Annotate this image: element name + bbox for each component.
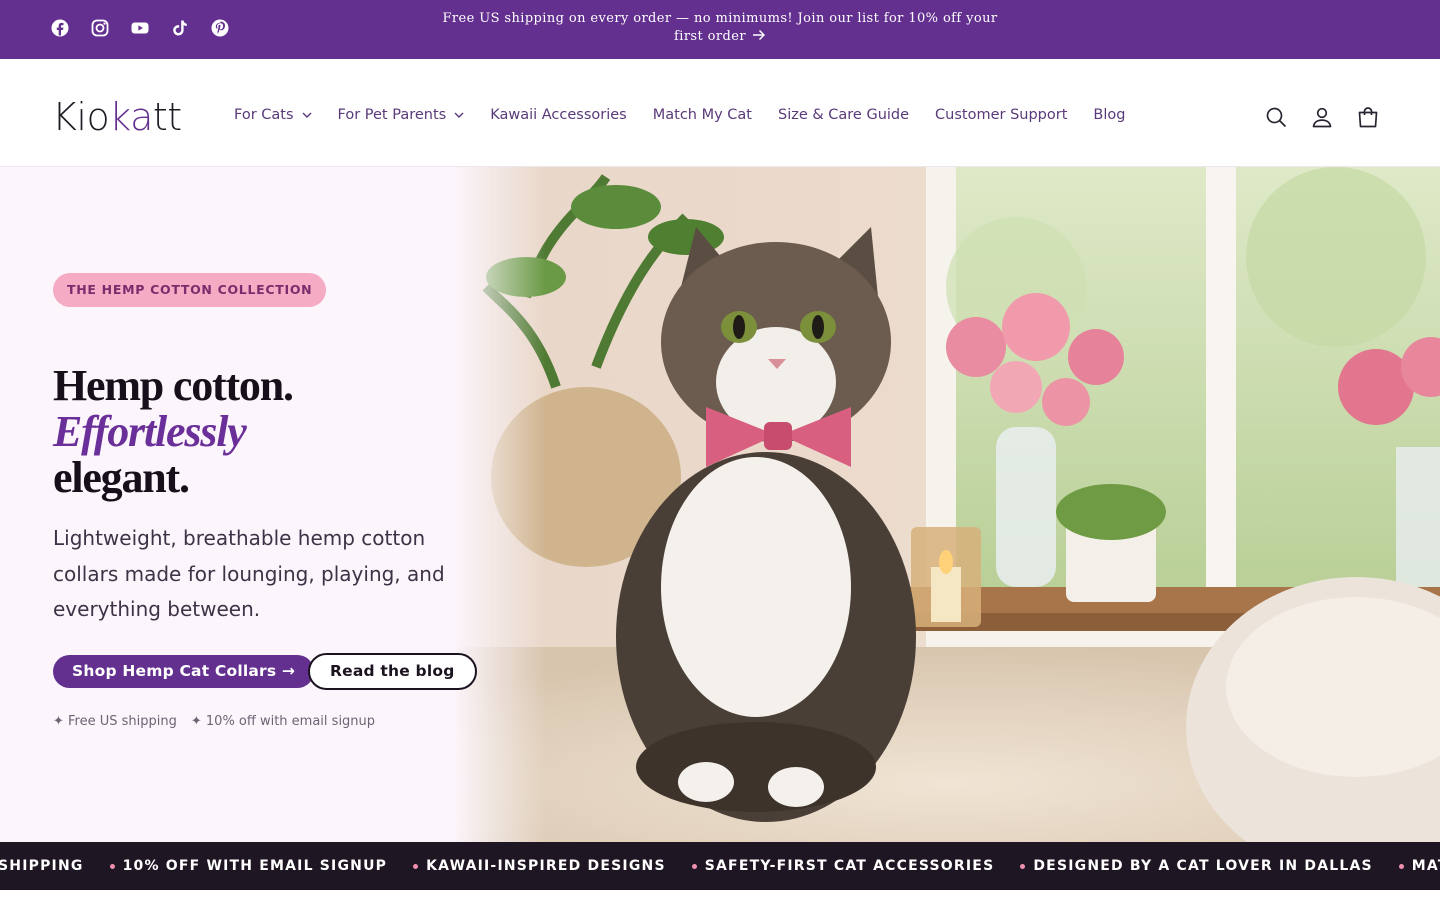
nav-label: Blog <box>1093 107 1126 123</box>
nav-label: For Cats <box>234 107 294 123</box>
header-icons <box>1264 105 1380 129</box>
bullet-dot <box>1398 863 1404 869</box>
marquee-item: MATCHING SETS FOR <box>1411 858 1440 874</box>
bullet-dot <box>109 863 115 869</box>
logo-text: Kiokatt <box>52 95 182 139</box>
hero-image-fade <box>456 167 546 842</box>
marquee-item: SHIPPING <box>0 858 84 874</box>
cart-icon[interactable] <box>1356 105 1380 129</box>
bullet-dot <box>413 863 419 869</box>
search-icon[interactable] <box>1264 105 1288 129</box>
hero-headline: Hemp cotton. Effortlessly elegant. <box>53 361 294 502</box>
facebook-icon[interactable] <box>50 18 70 38</box>
bullet-dot <box>1020 863 1026 869</box>
nav-item-match-my-cat[interactable]: Match My Cat <box>653 107 752 123</box>
marquee-item: DESIGNED BY A CAT LOVER IN DALLAS <box>1033 858 1373 874</box>
account-icon[interactable] <box>1310 105 1334 129</box>
main-nav: For Cats For Pet Parents Kawaii Accessor… <box>234 107 1125 123</box>
bullet-dot <box>691 863 697 869</box>
nav-item-for-pet-parents[interactable]: For Pet Parents <box>338 107 465 123</box>
pinterest-icon[interactable] <box>210 18 230 38</box>
marquee-item: KAWAII-INSPIRED DESIGNS <box>426 858 666 874</box>
perks-list: ✦ Free US shipping ✦ 10% off with email … <box>53 714 375 729</box>
page-bottom <box>0 890 1440 900</box>
marquee-track: SHIPPING 10% OFF WITH EMAIL SIGNUP KAWAI… <box>0 842 1440 890</box>
marquee-item: SAFETY-FIRST CAT ACCESSORIES <box>704 858 995 874</box>
youtube-icon[interactable] <box>130 18 150 38</box>
marquee-item: 10% OFF WITH EMAIL SIGNUP <box>122 858 388 874</box>
nav-label: Size & Care Guide <box>777 107 910 123</box>
announcement-link[interactable]: Free US shipping on every order — no min… <box>440 10 1000 46</box>
collection-badge: THE HEMP COTTON COLLECTION <box>53 273 327 307</box>
shop-hemp-collars-button[interactable]: Shop Hemp Cat Collars → <box>53 655 315 688</box>
instagram-icon[interactable] <box>90 18 110 38</box>
marquee-bar: SHIPPING 10% OFF WITH EMAIL SIGNUP KAWAI… <box>0 842 1440 890</box>
headline-line-3: elegant. <box>53 453 190 502</box>
headline-line-2: Effortlessly <box>53 407 247 456</box>
perk-item: ✦ 10% off with email signup <box>190 714 376 729</box>
announcement-text: Free US shipping on every order — no min… <box>442 11 998 44</box>
nav-label: Customer Support <box>935 107 1068 123</box>
chevron-down-icon <box>302 112 312 118</box>
nav-label: Match My Cat <box>652 107 752 123</box>
social-links <box>50 18 230 38</box>
read-blog-button[interactable]: Read the blog <box>308 653 477 690</box>
logo[interactable]: Kiokatt <box>52 97 182 137</box>
tiktok-icon[interactable] <box>170 18 190 38</box>
perk-item: ✦ Free US shipping <box>53 714 177 729</box>
nav-item-for-cats[interactable]: For Cats <box>234 107 312 123</box>
arrow-right-icon <box>752 29 765 41</box>
announcement-bar: Free US shipping on every order — no min… <box>0 0 1440 59</box>
hero-section: THE HEMP COTTON COLLECTION Hemp cotton. … <box>0 167 1440 842</box>
hero-image <box>456 167 1440 842</box>
nav-item-size-care-guide[interactable]: Size & Care Guide <box>778 107 909 123</box>
nav-label: For Pet Parents <box>337 107 447 123</box>
hero-description: Lightweight, breathable hemp cotton coll… <box>53 526 445 621</box>
site-header: Kiokatt For Cats For Pet Parents Kawaii … <box>0 59 1440 167</box>
nav-item-kawaii-accessories[interactable]: Kawaii Accessories <box>490 107 627 123</box>
headline-line-1: Hemp cotton. <box>53 361 294 410</box>
chevron-down-icon <box>454 112 464 118</box>
nav-item-customer-support[interactable]: Customer Support <box>935 107 1067 123</box>
nav-label: Kawaii Accessories <box>490 107 627 123</box>
nav-item-blog[interactable]: Blog <box>1093 107 1125 123</box>
